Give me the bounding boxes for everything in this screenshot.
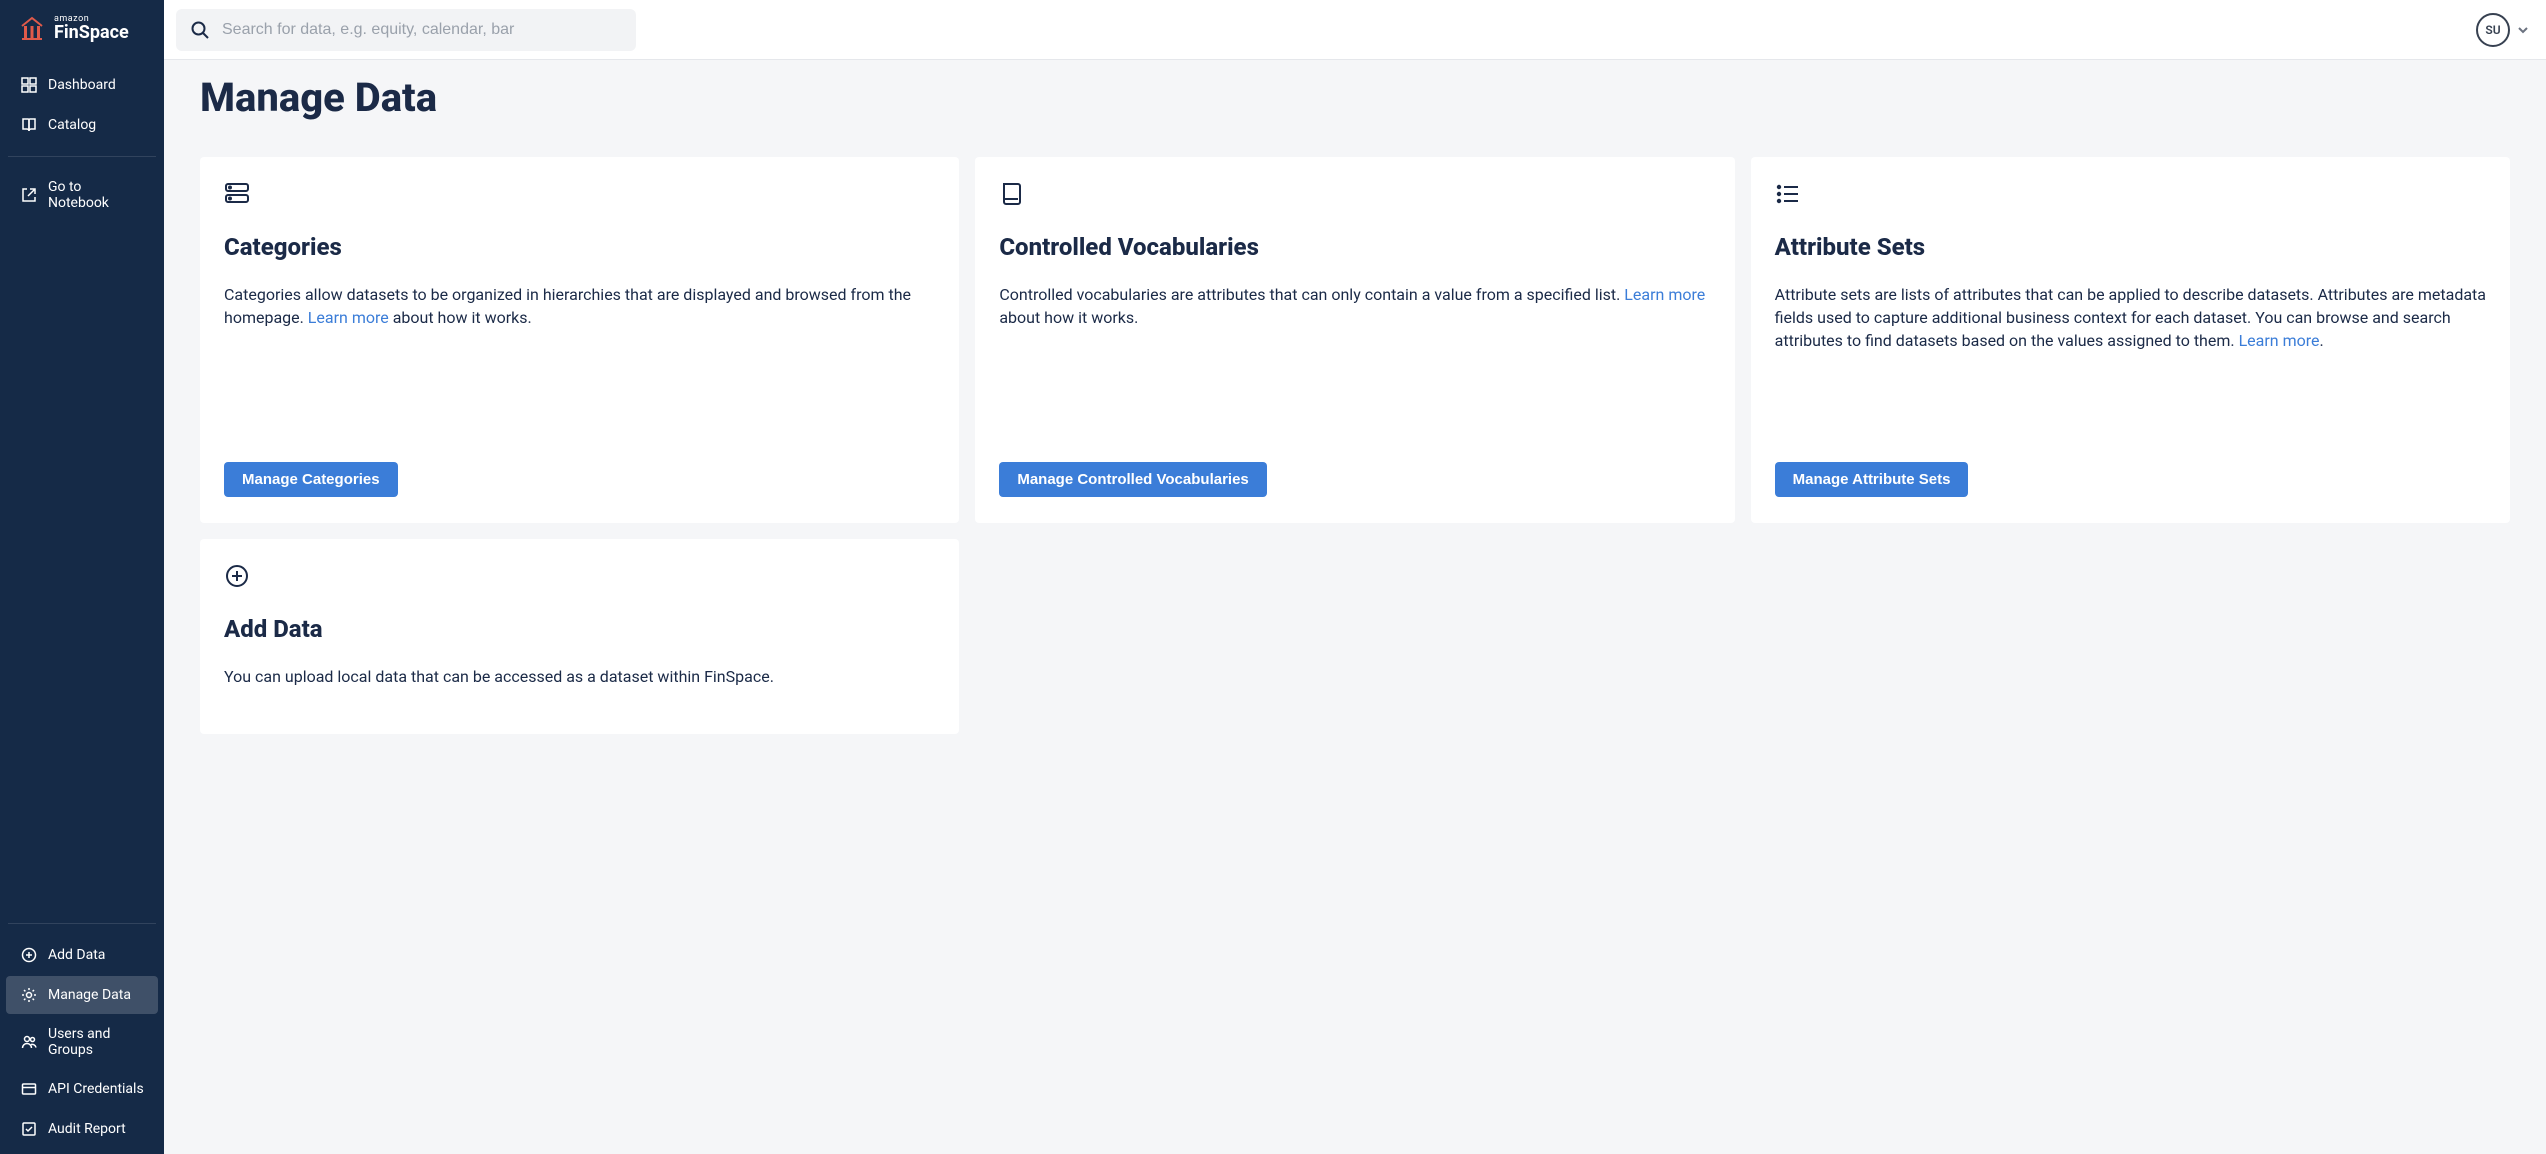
users-icon bbox=[20, 1033, 38, 1051]
audit-icon bbox=[20, 1120, 38, 1138]
sidebar-item-label: Manage Data bbox=[48, 987, 131, 1003]
card-add-data: Add Data You can upload local data that … bbox=[200, 539, 959, 734]
search-input[interactable] bbox=[222, 21, 622, 39]
card-title: Add Data bbox=[224, 615, 935, 643]
sidebar-item-label: Users and Groups bbox=[48, 1026, 144, 1058]
manage-attribute-sets-button[interactable]: Manage Attribute Sets bbox=[1775, 462, 1969, 497]
sidebar-item-api-credentials[interactable]: API Credentials bbox=[6, 1070, 158, 1108]
sidebar-divider bbox=[8, 923, 156, 924]
sidebar-item-dashboard[interactable]: Dashboard bbox=[6, 66, 158, 104]
categories-icon bbox=[224, 181, 935, 207]
sidebar-item-label: Catalog bbox=[48, 117, 96, 133]
book-icon bbox=[999, 181, 1710, 207]
dashboard-icon bbox=[20, 76, 38, 94]
logo-product-text: FinSpace bbox=[54, 24, 129, 42]
learn-more-link[interactable]: Learn more bbox=[2239, 331, 2320, 350]
sidebar-item-users-groups[interactable]: Users and Groups bbox=[6, 1016, 158, 1068]
card-description: You can upload local data that can be ac… bbox=[224, 665, 935, 688]
sidebar-item-label: Add Data bbox=[48, 947, 105, 963]
chevron-down-icon bbox=[2516, 23, 2530, 37]
sidebar-item-catalog[interactable]: Catalog bbox=[6, 106, 158, 144]
plus-circle-icon bbox=[224, 563, 935, 589]
sidebar-item-audit-report[interactable]: Audit Report bbox=[6, 1110, 158, 1148]
product-logo[interactable]: amazon FinSpace bbox=[0, 0, 164, 60]
sidebar-item-label: API Credentials bbox=[48, 1081, 144, 1097]
learn-more-link[interactable]: Learn more bbox=[308, 308, 389, 327]
sidebar-item-label: Go to Notebook bbox=[48, 179, 144, 211]
catalog-icon bbox=[20, 116, 38, 134]
card-title: Controlled Vocabularies bbox=[999, 233, 1710, 261]
user-avatar: SU bbox=[2476, 13, 2510, 47]
card-description: Categories allow datasets to be organize… bbox=[224, 283, 935, 329]
user-initials: SU bbox=[2485, 23, 2500, 37]
card-attribute-sets: Attribute Sets Attribute sets are lists … bbox=[1751, 157, 2510, 523]
manage-categories-button[interactable]: Manage Categories bbox=[224, 462, 398, 497]
card-description: Attribute sets are lists of attributes t… bbox=[1775, 283, 2486, 353]
credentials-icon bbox=[20, 1080, 38, 1098]
card-controlled-vocabularies: Controlled Vocabularies Controlled vocab… bbox=[975, 157, 1734, 523]
sidebar: amazon FinSpace Dashboard bbox=[0, 0, 164, 1154]
search-field[interactable] bbox=[176, 9, 636, 51]
sidebar-item-label: Dashboard bbox=[48, 77, 116, 93]
gear-icon bbox=[20, 986, 38, 1004]
external-link-icon bbox=[20, 186, 38, 204]
manage-vocabularies-button[interactable]: Manage Controlled Vocabularies bbox=[999, 462, 1266, 497]
search-icon bbox=[190, 20, 210, 40]
topbar: SU bbox=[164, 0, 2546, 60]
learn-more-link[interactable]: Learn more bbox=[1624, 285, 1705, 304]
list-icon bbox=[1775, 181, 2486, 207]
card-title: Attribute Sets bbox=[1775, 233, 2486, 261]
page-title: Manage Data bbox=[200, 74, 2510, 121]
sidebar-item-manage-data[interactable]: Manage Data bbox=[6, 976, 158, 1014]
sidebar-divider bbox=[8, 156, 156, 157]
sidebar-item-notebook[interactable]: Go to Notebook bbox=[6, 169, 158, 221]
sidebar-item-label: Audit Report bbox=[48, 1121, 126, 1137]
card-categories: Categories Categories allow datasets to … bbox=[200, 157, 959, 523]
finspace-logo-icon bbox=[18, 14, 46, 42]
plus-circle-icon bbox=[20, 946, 38, 964]
card-title: Categories bbox=[224, 233, 935, 261]
sidebar-item-add-data[interactable]: Add Data bbox=[6, 936, 158, 974]
user-menu[interactable]: SU bbox=[2476, 13, 2530, 47]
card-description: Controlled vocabularies are attributes t… bbox=[999, 283, 1710, 329]
